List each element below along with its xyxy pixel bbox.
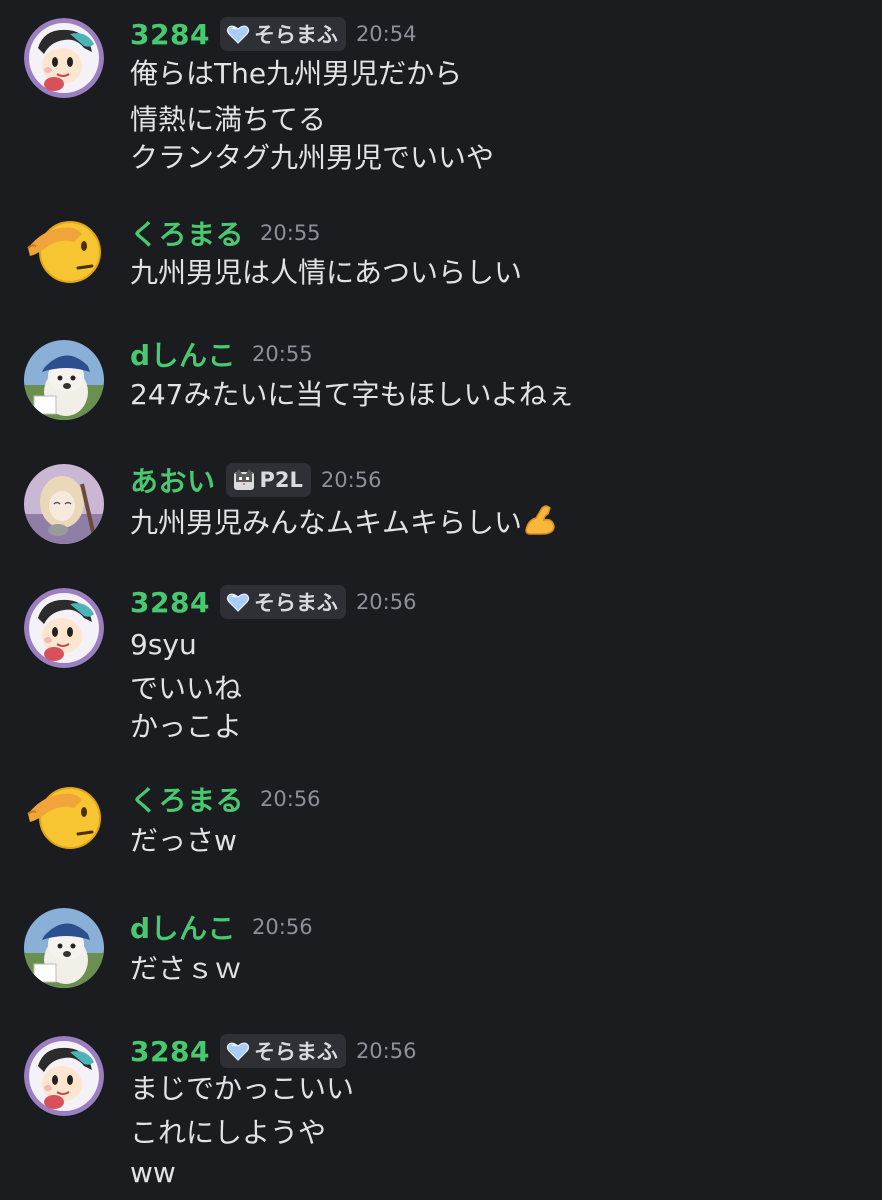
username[interactable]: くろまる	[130, 779, 244, 819]
message-line: 九州男児は人情にあついらしい	[130, 256, 523, 289]
timestamp: 20:56	[252, 915, 313, 939]
user-avatar-3284[interactable]	[24, 588, 104, 668]
message-header: 3284 そらまふ 20:54	[130, 14, 416, 54]
message-header: くろまる 20:55	[130, 213, 321, 253]
timestamp: 20:55	[252, 342, 313, 366]
saluting-face-icon	[22, 208, 108, 294]
username[interactable]: 3284	[130, 586, 210, 619]
timestamp: 20:56	[260, 787, 321, 811]
heart-icon	[226, 22, 250, 46]
username[interactable]: くろまる	[130, 213, 244, 253]
heart-icon	[226, 590, 250, 614]
message-content: だっさw	[130, 822, 237, 860]
timestamp: 20:56	[320, 468, 382, 492]
message-line: かっこよ	[130, 710, 243, 743]
username[interactable]: dしんこ	[130, 907, 236, 947]
message-line: クランタグ九州男児でいいや	[130, 141, 495, 174]
flexed-biceps-icon	[522, 502, 558, 538]
clan-tag[interactable]: そらまふ	[219, 17, 346, 51]
clan-tag-label: P2L	[259, 468, 303, 492]
message-content: 247みたいに当て字もほしいよねぇ	[130, 376, 575, 414]
message-content: 九州男児みんなムキムキらしい	[130, 502, 558, 542]
username[interactable]: 3284	[130, 1035, 210, 1068]
message-content: 俺らはThe九州男児だから 情熱に満ちてる クランタグ九州男児でいいや	[130, 55, 494, 177]
saluting-face-icon	[22, 774, 108, 860]
timestamp: 20:55	[260, 221, 321, 245]
clan-tag[interactable]: そらまふ	[219, 585, 346, 619]
clan-tag-label: そらまふ	[253, 591, 338, 615]
message-header: くろまる 20:56	[130, 779, 321, 819]
message-header: あおい P2L 20:56	[130, 460, 381, 500]
message-content: 九州男児は人情にあついらしい	[130, 254, 522, 292]
user-avatar-dshinko[interactable]	[24, 340, 104, 420]
message-content: 9syu でいいね かっこよ	[130, 626, 242, 746]
clan-tag-label: そらまふ	[253, 23, 338, 47]
message-line: 九州男児みんなムキムキらしい	[130, 502, 558, 542]
username[interactable]: 3284	[130, 18, 210, 51]
user-avatar-3284[interactable]	[24, 18, 104, 98]
saluting-face-avatar[interactable]	[22, 208, 108, 294]
message-header: 3284 そらまふ 20:56	[130, 582, 416, 622]
message-line: でいいね	[130, 672, 243, 705]
clan-tag[interactable]: そらまふ	[219, 1034, 346, 1068]
message-line: 247みたいに当て字もほしいよねぇ	[130, 378, 575, 411]
timestamp: 20:54	[355, 22, 417, 46]
username[interactable]: dしんこ	[130, 334, 236, 374]
message-text: 九州男児みんなムキムキらしい	[130, 506, 523, 539]
message-line: まじでかっこいい	[130, 1072, 355, 1105]
user-avatar-3284[interactable]	[24, 1036, 104, 1116]
message-line: 9syu	[130, 628, 197, 661]
user-avatar-aoi[interactable]	[24, 464, 104, 544]
message-content: ださｓｗ	[130, 950, 242, 988]
timestamp: 20:56	[355, 1039, 417, 1063]
username[interactable]: あおい	[130, 460, 216, 500]
message-line: ww	[130, 1156, 176, 1189]
saluting-face-avatar[interactable]	[22, 774, 108, 860]
clan-tag[interactable]: P2L	[225, 463, 311, 497]
heart-icon	[226, 1039, 250, 1063]
message-line: これにしようや	[130, 1116, 327, 1149]
message-header: dしんこ 20:55	[130, 334, 313, 374]
message-content: まじでかっこいい これにしようや ww	[130, 1070, 354, 1192]
message-line: 情熱に満ちてる	[130, 103, 327, 136]
clan-tag-label: そらまふ	[253, 1040, 338, 1064]
message-header: 3284 そらまふ 20:56	[130, 1031, 416, 1071]
message-header: dしんこ 20:56	[130, 907, 313, 947]
message-line: ださｓｗ	[130, 952, 243, 985]
message-line: 俺らはThe九州男児だから	[130, 57, 463, 90]
cat-icon	[232, 468, 256, 492]
message-line: だっさw	[130, 824, 237, 857]
user-avatar-dshinko[interactable]	[24, 908, 104, 988]
timestamp: 20:56	[355, 590, 417, 614]
